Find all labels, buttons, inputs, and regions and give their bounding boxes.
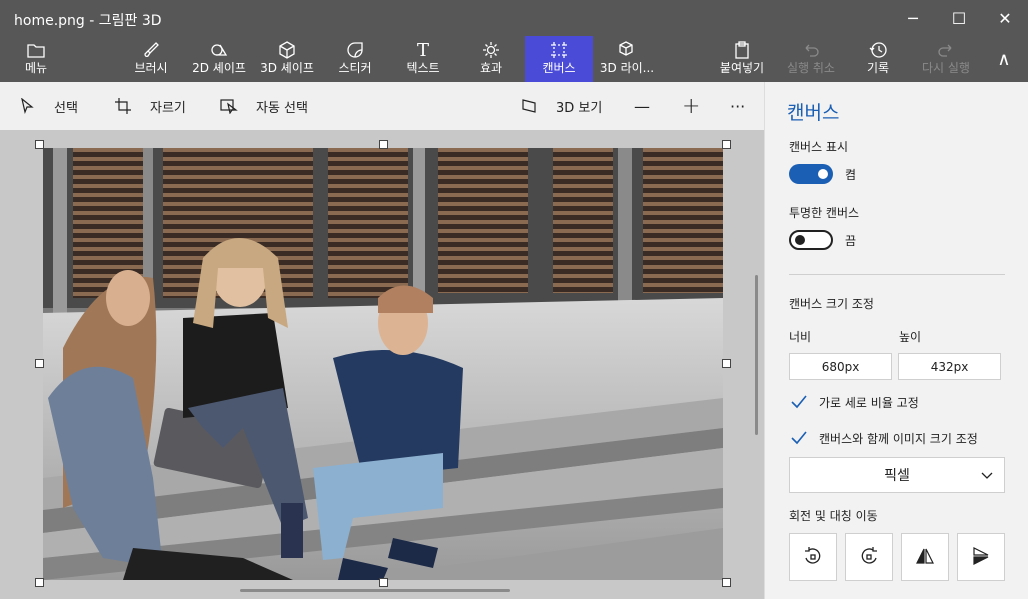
resize-handle-top-right[interactable] (722, 140, 731, 149)
zoom-in-button[interactable]: + (682, 82, 700, 130)
tab-menu[interactable]: 메뉴 (8, 36, 64, 82)
tab-2d-shapes[interactable]: 2D 셰이프 (186, 36, 252, 82)
rotate-left-icon (803, 546, 823, 569)
crop-icon (114, 97, 132, 115)
tab-effects[interactable]: 효과 (470, 36, 512, 82)
text-icon: T (416, 39, 429, 61)
panel-title: 캔버스 (787, 102, 840, 124)
sticker-icon (345, 40, 365, 60)
redo-button[interactable]: 다시 실행 (914, 36, 978, 82)
cursor-icon (18, 97, 36, 115)
tab-stickers[interactable]: 스티커 (328, 36, 382, 82)
checkmark-icon (789, 392, 809, 412)
show-canvas-label: 캔버스 표시 (789, 140, 849, 154)
history-icon (868, 40, 888, 60)
paste-icon (732, 40, 752, 60)
resize-handle-bottom[interactable] (379, 578, 388, 587)
tab-3d-library[interactable]: 3D 라이... (596, 36, 658, 82)
chevron-up-icon: ∧ (997, 48, 1011, 70)
tab-text[interactable]: T 텍스트 (398, 36, 448, 82)
rotate-left-button[interactable] (789, 533, 837, 581)
folder-icon (26, 40, 46, 60)
transparent-canvas-state: 끔 (845, 234, 857, 248)
resize-handle-left[interactable] (35, 359, 44, 368)
transparent-canvas-label: 투명한 캔버스 (789, 206, 860, 220)
rotate-right-button[interactable] (845, 533, 893, 581)
height-field[interactable]: 432px (898, 353, 1001, 380)
resize-handle-bottom-left[interactable] (35, 578, 44, 587)
tab-brushes[interactable]: 브러시 (122, 36, 180, 82)
maximize-button[interactable]: ☐ (936, 0, 982, 36)
library-3d-icon (617, 40, 637, 60)
tab-canvas[interactable]: 캔버스 (525, 36, 593, 82)
redo-icon (936, 40, 956, 60)
resize-handle-top[interactable] (379, 140, 388, 149)
magic-select-icon (220, 97, 238, 115)
vertical-scrollbar[interactable] (755, 275, 758, 435)
magic-select-tool[interactable]: 자동 선택 (220, 82, 308, 130)
transparent-canvas-toggle[interactable] (789, 230, 833, 250)
lock-aspect-ratio-checkbox[interactable]: 가로 세로 비율 고정 (789, 392, 919, 412)
horizontal-scrollbar[interactable] (240, 589, 510, 592)
height-label: 높이 (899, 330, 922, 344)
more-options-button[interactable]: ··· (730, 82, 745, 130)
resize-handle-right[interactable] (722, 359, 731, 368)
rotate-flip-label: 회전 및 대칭 이동 (789, 509, 878, 523)
resize-canvas-label: 캔버스 크기 조정 (789, 297, 874, 311)
shapes-2d-icon (209, 40, 229, 60)
cube-icon (277, 40, 297, 60)
tool-bar: 선택 자르기 자동 선택 3D 보기 — + ··· (0, 82, 764, 130)
sun-icon (481, 40, 501, 60)
history-button[interactable]: 기록 (858, 36, 898, 82)
ribbon: 메뉴 브러시 2D 셰이프 3D 셰이프 스티커 T 텍스트 효과 캔버스 3D… (0, 36, 1028, 82)
canvas-panel: 캔버스 캔버스 표시 켬 투명한 캔버스 끔 캔버스 크기 조정 너비 높이 6… (764, 82, 1028, 599)
width-label: 너비 (789, 330, 812, 344)
minimize-button[interactable]: ─ (890, 0, 936, 36)
title-bar: home.png - 그림판 3D ─ ☐ ✕ (0, 0, 1028, 36)
collapse-ribbon-button[interactable]: ∧ (986, 36, 1022, 82)
width-field[interactable]: 680px (789, 353, 892, 380)
view-3d-icon (520, 97, 538, 115)
crop-tool[interactable]: 자르기 (114, 82, 186, 130)
flip-horizontal-icon (915, 546, 935, 569)
panel-divider (789, 274, 1005, 275)
canvas-icon (549, 40, 569, 60)
select-tool[interactable]: 선택 (18, 82, 78, 130)
canvas-image[interactable] (43, 148, 723, 580)
chevron-down-icon (980, 468, 994, 486)
close-button[interactable]: ✕ (982, 0, 1028, 36)
window-title: home.png - 그림판 3D (14, 13, 162, 29)
unit-dropdown[interactable]: 픽셀 (789, 457, 1005, 493)
tab-3d-shapes[interactable]: 3D 셰이프 (256, 36, 318, 82)
resize-image-checkbox[interactable]: 캔버스와 함께 이미지 크기 조정 (789, 428, 978, 448)
flip-vertical-icon (971, 546, 991, 569)
resize-handle-top-left[interactable] (35, 140, 44, 149)
checkmark-icon (789, 428, 809, 448)
resize-handle-bottom-right[interactable] (722, 578, 731, 587)
show-canvas-toggle[interactable] (789, 164, 833, 184)
undo-button[interactable]: 실행 취소 (780, 36, 842, 82)
view-3d-button[interactable]: 3D 보기 (520, 82, 602, 130)
brush-icon (141, 40, 161, 60)
zoom-out-button[interactable]: — (634, 82, 650, 130)
canvas-workspace[interactable] (0, 130, 764, 599)
undo-icon (801, 40, 821, 60)
show-canvas-state: 켬 (845, 168, 857, 182)
paste-button[interactable]: 붙여넣기 (712, 36, 772, 82)
flip-horizontal-button[interactable] (901, 533, 949, 581)
rotate-right-icon (859, 546, 879, 569)
flip-vertical-button[interactable] (957, 533, 1005, 581)
